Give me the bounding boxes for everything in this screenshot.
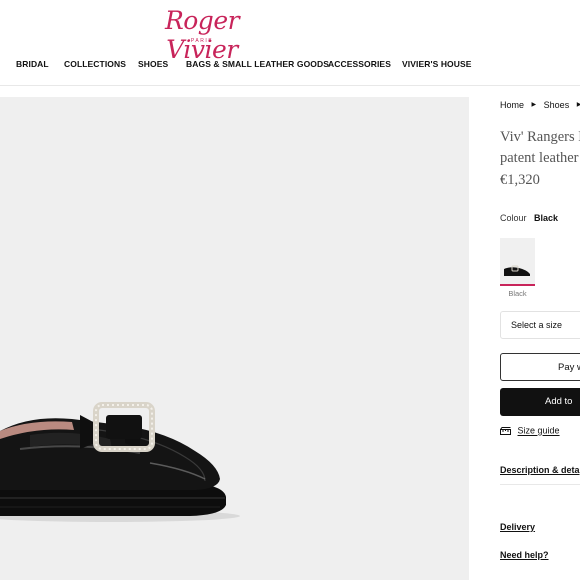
ruler-icon	[500, 426, 511, 435]
section-divider	[500, 484, 580, 485]
nav-item-accessories[interactable]: ACCESSORIES	[328, 59, 391, 69]
need-help-link[interactable]: Need help?	[500, 550, 549, 560]
nav-item-viviers-house[interactable]: VIVIER'S HOUSE	[402, 59, 472, 69]
description-details-link[interactable]: Description & deta	[500, 465, 580, 475]
header-divider	[0, 85, 580, 86]
brand-logo[interactable]: Roger Vivier PARIS	[138, 6, 266, 64]
brand-logo-script: Roger Vivier	[164, 6, 240, 64]
pay-button[interactable]: Pay w	[500, 353, 580, 381]
shoe-thumbnail	[504, 265, 530, 276]
product-title-line-1: Viv' Rangers L	[500, 129, 580, 145]
size-guide-label: Size guide	[517, 425, 560, 436]
colour-value: Black	[534, 213, 559, 223]
product-title-line-2: patent leather	[500, 150, 579, 166]
nav-item-bags[interactable]: BAGS & SMALL LEATHER GOODS	[186, 59, 329, 69]
colour-row: Colour Black	[500, 213, 558, 223]
colour-label: Colour	[500, 213, 527, 223]
colour-swatch-black[interactable]	[500, 238, 535, 286]
nav-item-collections[interactable]: COLLECTIONS	[64, 59, 126, 69]
add-to-bag-button[interactable]: Add to	[500, 388, 580, 416]
triangle-right-icon: ▶	[531, 102, 537, 109]
shoe-illustration	[0, 402, 240, 522]
size-select[interactable]: Select a size	[500, 311, 580, 339]
brand-logo-city: PARIS	[190, 38, 214, 44]
delivery-link[interactable]: Delivery	[500, 522, 535, 532]
breadcrumb: Home ▶ Shoes ▶	[500, 99, 580, 110]
breadcrumb-home[interactable]: Home	[500, 100, 524, 110]
colour-swatch-label: Black	[508, 289, 527, 298]
product-image[interactable]	[0, 97, 469, 580]
nav-item-shoes[interactable]: SHOES	[138, 59, 168, 69]
breadcrumb-shoes[interactable]: Shoes	[544, 100, 570, 110]
product-price: €1,320	[500, 172, 540, 188]
nav-item-bridal[interactable]: BRIDAL	[16, 59, 49, 69]
size-guide-link[interactable]: Size guide	[500, 425, 560, 436]
